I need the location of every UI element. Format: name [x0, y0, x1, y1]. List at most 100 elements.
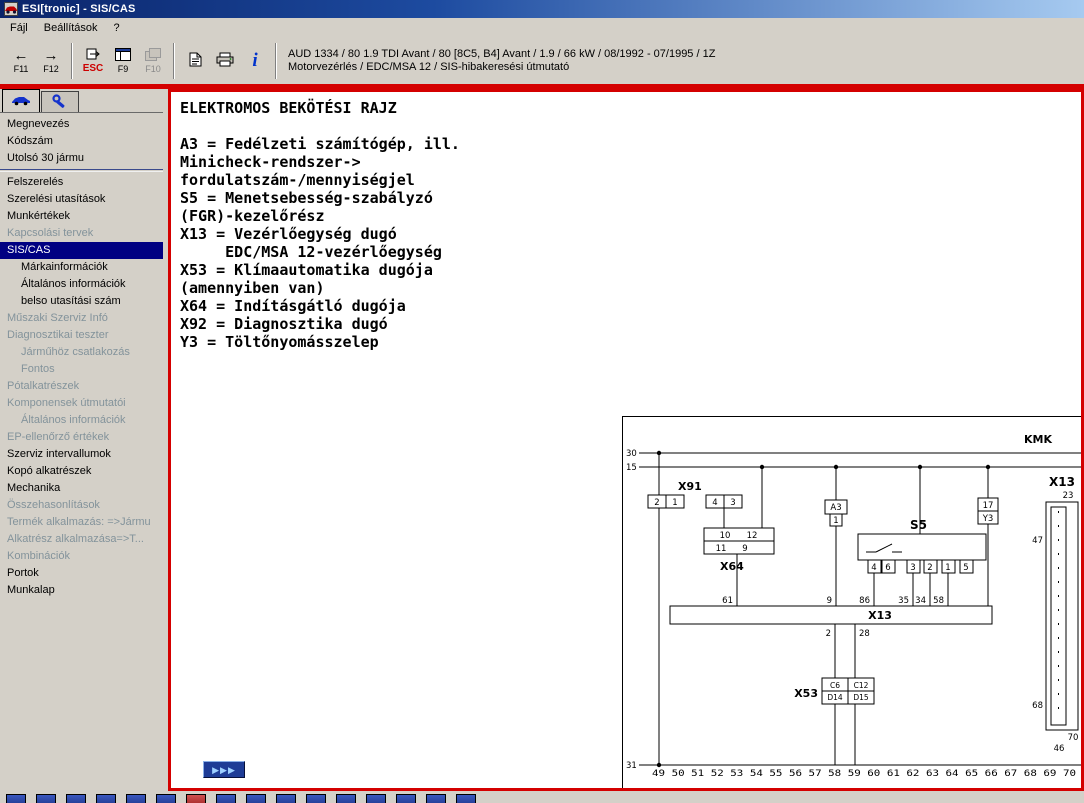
cropped-toolbar-icon[interactable]	[156, 794, 176, 803]
info-button[interactable]: i	[240, 41, 270, 81]
cropped-toolbar-icon[interactable]	[216, 794, 236, 803]
svg-text:34: 34	[915, 596, 926, 606]
cropped-toolbar-icon[interactable]	[6, 794, 26, 803]
cropped-toolbar-icon[interactable]	[246, 794, 266, 803]
print-button[interactable]	[210, 41, 240, 81]
main-area: Megnevezés Kódszám Utolsó 30 jármu Felsz…	[0, 89, 1084, 791]
svg-text:X13: X13	[1049, 475, 1075, 489]
tab-vehicle[interactable]	[2, 89, 40, 112]
document-button[interactable]	[180, 41, 210, 81]
cropped-toolbar-icon[interactable]	[186, 794, 206, 803]
cropped-toolbar-icon[interactable]	[456, 794, 476, 803]
svg-text:X64: X64	[720, 560, 744, 573]
vehicle-info-line2: Motorvezérlés / EDC/MSA 12 / SIS-hibaker…	[288, 61, 570, 73]
tab-components[interactable]	[41, 91, 79, 112]
window-title: ESI[tronic] - SIS/CAS	[22, 3, 136, 15]
menu-help[interactable]: ?	[106, 19, 128, 37]
menu-file[interactable]: Fájl	[2, 19, 36, 37]
sidebar-item-szerelesi-utasitasok[interactable]: Szerelési utasítások	[0, 191, 163, 208]
escape-label: ESC	[82, 63, 104, 74]
svg-text:4: 4	[871, 563, 876, 573]
forward-button[interactable]: → F12	[36, 41, 66, 81]
svg-text:9: 9	[742, 544, 747, 554]
svg-text:1: 1	[833, 516, 838, 526]
sidebar-item-kopo-alkatreszek[interactable]: Kopó alkatrészek	[0, 463, 163, 480]
sidebar-item-munkertekek[interactable]: Munkértékek	[0, 208, 163, 225]
svg-text:9: 9	[827, 596, 832, 606]
svg-text:D14: D14	[827, 693, 843, 702]
sidebar-item-osszehasonlitasok: Összehasonlítások	[7, 499, 100, 511]
cropped-toolbar-icon[interactable]	[366, 794, 386, 803]
sidebar-item-sis-cas[interactable]: SIS/CAS	[0, 242, 163, 259]
svg-text:6: 6	[885, 563, 890, 573]
svg-text:17: 17	[983, 501, 994, 511]
escape-icon	[86, 48, 100, 63]
bottom-toolbar	[0, 791, 1084, 803]
cropped-toolbar-icon[interactable]	[306, 794, 326, 803]
cropped-toolbar-icon[interactable]	[396, 794, 416, 803]
sidebar-item-belso-utasitasi-szam[interactable]: belso utasítási szám	[0, 293, 163, 310]
car-icon	[11, 94, 31, 109]
sidebar-separator	[0, 169, 163, 172]
svg-text:2: 2	[927, 563, 932, 573]
windows-icon	[145, 48, 161, 64]
sidebar: Megnevezés Kódszám Utolsó 30 jármu Felsz…	[0, 89, 163, 791]
sidebar-item-altalanos-informaciok-2: Általános információk	[21, 414, 126, 426]
f9-button[interactable]: F9	[108, 41, 138, 81]
cropped-toolbar-icon[interactable]	[126, 794, 146, 803]
sidebar-item-altalanos-informaciok[interactable]: Általános információk	[0, 276, 163, 293]
sidebar-item-kodszam[interactable]: Kódszám	[0, 133, 163, 150]
toolbar-separator	[173, 43, 175, 79]
svg-text:12: 12	[747, 531, 758, 541]
vehicle-info-line1: AUD 1334 / 80 1.9 TDI Avant / 80 [8C5, B…	[288, 48, 716, 60]
back-key-label: F11	[13, 64, 29, 74]
sidebar-item-markainformaciok[interactable]: Márkainformációk	[0, 259, 163, 276]
wiring-diagram: KMK 30 15 3 1 49 50 51 52 53 54 55 56 57 …	[622, 416, 1081, 788]
f9-key-label: F9	[117, 64, 129, 74]
title-bar[interactable]: ESI[tronic] - SIS/CAS	[0, 0, 1084, 18]
cropped-toolbar-icon[interactable]	[36, 794, 56, 803]
sidebar-item-szerviz-intervallumok[interactable]: Szerviz intervallumok	[0, 446, 163, 463]
escape-button[interactable]: ESC	[78, 41, 108, 81]
cropped-toolbar-icon[interactable]	[276, 794, 296, 803]
cropped-toolbar-icon[interactable]	[336, 794, 356, 803]
menu-bar: Fájl Beállítások ?	[0, 18, 1084, 38]
vehicle-info: AUD 1334 / 80 1.9 TDI Avant / 80 [8C5, B…	[288, 48, 715, 74]
printer-icon	[216, 52, 234, 70]
sidebar-item-munkalap[interactable]: Munkalap	[0, 582, 163, 599]
svg-text:X91: X91	[678, 480, 702, 493]
toolbar: ← F11 → F12 ESC F9 F10 i AUD 1334 / 80 1…	[0, 38, 1084, 84]
svg-text:X53: X53	[794, 687, 818, 700]
sidebar-item-portok[interactable]: Portok	[0, 565, 163, 582]
svg-text:61: 61	[722, 596, 733, 606]
svg-text:2: 2	[654, 498, 659, 508]
svg-text:X13: X13	[868, 609, 892, 622]
svg-text:KMK: KMK	[1024, 433, 1052, 446]
connector-x64	[703, 527, 775, 555]
info-icon: i	[252, 50, 258, 71]
svg-text:49 50 51 52 53 54 55 56 57 58: 49 50 51 52 53 54 55 56 57 58 59 60 61 6…	[652, 769, 1076, 779]
sidebar-item-utolso-30-jarmu[interactable]: Utolsó 30 jármu	[0, 150, 163, 167]
svg-text:10: 10	[720, 531, 731, 541]
next-page-button[interactable]: ▶▶▶	[203, 761, 245, 778]
svg-text:3: 3	[910, 563, 915, 573]
svg-text:D15: D15	[853, 693, 869, 702]
sidebar-item-mechanika[interactable]: Mechanika	[0, 480, 163, 497]
sidebar-item-felszereles[interactable]: Felszerelés	[0, 174, 163, 191]
svg-text:15: 15	[626, 463, 637, 473]
cropped-toolbar-icon[interactable]	[426, 794, 446, 803]
back-button[interactable]: ← F11	[6, 41, 36, 81]
menu-settings[interactable]: Beállítások	[36, 19, 106, 37]
svg-text:70: 70	[1068, 733, 1079, 743]
svg-text:35: 35	[898, 596, 909, 606]
cropped-toolbar-icon[interactable]	[66, 794, 86, 803]
svg-text:47: 47	[1032, 536, 1043, 546]
cropped-toolbar-icon[interactable]	[96, 794, 116, 803]
svg-text:Y3: Y3	[982, 514, 994, 524]
sidebar-item-megnevezes[interactable]: Megnevezés	[0, 116, 163, 133]
panel-icon	[115, 48, 131, 64]
svg-text:30: 30	[626, 449, 637, 459]
sidebar-item-ep-ellenorzo-ertekek: EP-ellenőrző értékek	[7, 431, 110, 443]
svg-text:3: 3	[730, 498, 735, 508]
arrow-right-icon: →	[43, 47, 59, 64]
